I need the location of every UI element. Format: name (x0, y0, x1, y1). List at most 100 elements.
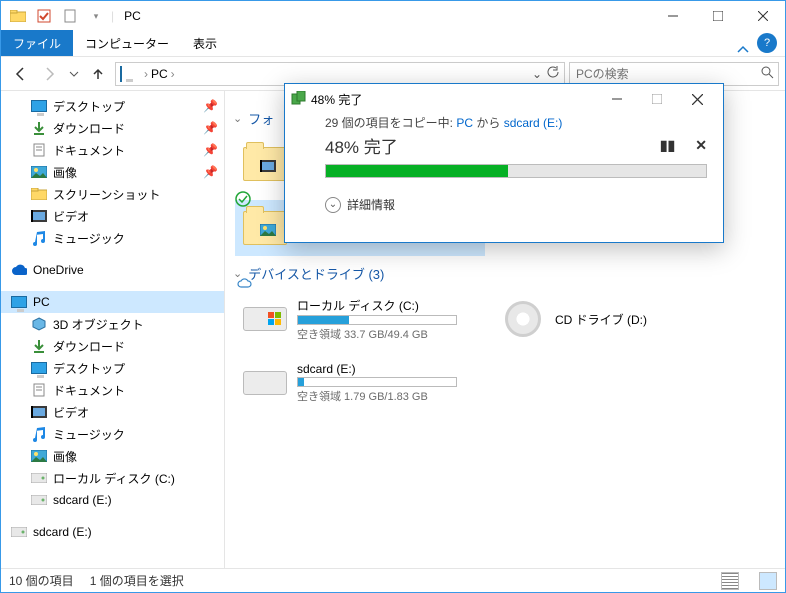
details-view-button[interactable] (721, 572, 739, 590)
tree-item[interactable]: ドキュメント📌 (1, 139, 224, 161)
tree-item[interactable]: デスクトップ📌 (1, 95, 224, 117)
tree-item[interactable]: sdcard (E:) (1, 521, 224, 543)
close-button[interactable] (740, 1, 785, 31)
tab-view[interactable]: 表示 (181, 30, 229, 56)
minimize-button[interactable] (650, 1, 695, 31)
tree-item-label: PC (33, 295, 50, 309)
folder-icon (243, 206, 287, 250)
tree-item[interactable]: スクリーンショット (1, 183, 224, 205)
maximize-button[interactable] (695, 1, 740, 31)
drive-icon (31, 470, 47, 486)
capacity-text: 空き領域 1.79 GB/1.83 GB (297, 388, 457, 404)
pin-icon: 📌 (203, 99, 218, 113)
tree-item[interactable]: sdcard (E:) (1, 489, 224, 511)
page-icon[interactable] (59, 5, 81, 27)
tab-file[interactable]: ファイル (1, 30, 73, 56)
desktop-icon (31, 360, 47, 376)
tree-item[interactable]: 画像 (1, 445, 224, 467)
drive-item[interactable]: CD ドライブ (D:) (493, 291, 743, 347)
check-icon[interactable] (33, 5, 55, 27)
tree-item[interactable]: 3D オブジェクト (1, 313, 224, 335)
pc-icon (11, 294, 27, 310)
tab-computer[interactable]: コンピューター (73, 30, 181, 56)
tree-item[interactable]: ダウンロード (1, 335, 224, 357)
breadcrumb[interactable]: › PC › ⌄ (115, 62, 565, 86)
tree-item-label: 3D オブジェクト (53, 316, 144, 333)
capacity-text: 空き領域 33.7 GB/49.4 GB (297, 326, 457, 342)
navigation-tree[interactable]: デスクトップ📌ダウンロード📌ドキュメント📌画像📌スクリーンショットビデオミュージ… (1, 91, 225, 568)
cancel-button[interactable]: ✕ (695, 137, 707, 154)
tree-item-label: スクリーンショット (53, 186, 160, 203)
cloud-sync-icon (237, 277, 253, 292)
quick-access-toolbar: ▾ | (1, 5, 120, 27)
progress-bar (325, 164, 707, 178)
copy-src-link[interactable]: PC (456, 116, 473, 130)
tree-item[interactable]: デスクトップ (1, 357, 224, 379)
back-button[interactable] (7, 61, 33, 87)
tree-item-label: ミュージック (53, 426, 125, 443)
tree-item-label: 画像 (53, 164, 77, 181)
tree-item[interactable]: OneDrive (1, 259, 224, 281)
tree-item[interactable]: ビデオ (1, 205, 224, 227)
group-drives[interactable]: ⌄ デバイスとドライブ (3) (233, 264, 775, 283)
video-icon (31, 404, 47, 420)
music-icon (31, 426, 47, 442)
history-dropdown[interactable] (67, 61, 81, 87)
document-icon (31, 382, 47, 398)
tree-item[interactable]: ミュージック (1, 423, 224, 445)
drive-item[interactable]: sdcard (E:) 空き領域 1.79 GB/1.83 GB (235, 355, 485, 411)
drive-item[interactable]: ローカル ディスク (C:)空き領域 33.7 GB/49.4 GB (235, 291, 485, 347)
capacity-bar (297, 315, 457, 325)
dialog-maximize-button[interactable] (637, 86, 677, 112)
search-icon[interactable] (760, 65, 774, 82)
title-bar: ▾ | PC (1, 1, 785, 31)
refresh-icon[interactable] (546, 65, 560, 82)
search-input[interactable] (574, 66, 760, 82)
tree-item-label: ビデオ (53, 404, 89, 421)
dialog-minimize-button[interactable] (597, 86, 637, 112)
item-label: sdcard (E:) (297, 362, 457, 376)
search-box[interactable] (569, 62, 779, 86)
status-selection: 1 個の項目を選択 (90, 572, 184, 589)
chevron-down-icon[interactable]: ⌄ (325, 197, 341, 213)
pin-icon: 📌 (203, 143, 218, 157)
folder-icon (243, 142, 287, 186)
drive-icon (501, 297, 545, 341)
tree-item[interactable]: ドキュメント (1, 379, 224, 401)
tree-item-label: ビデオ (53, 208, 89, 225)
onedrive-icon (11, 262, 27, 278)
copy-status-text: 48% 完了 (325, 133, 398, 158)
tree-item[interactable]: PC (1, 291, 224, 313)
crumb-dropdown-icon[interactable]: ⌄ (532, 67, 542, 81)
forward-button[interactable] (37, 61, 63, 87)
ribbon-collapse-icon[interactable] (731, 44, 755, 56)
qat-overflow[interactable]: ▾ (85, 5, 107, 27)
details-label[interactable]: 詳細情報 (347, 196, 395, 213)
copy-progress-dialog: 48% 完了 29 個の項目をコピー中: PC から sdcard (E:) 4… (284, 83, 724, 243)
download-icon (31, 120, 47, 136)
status-count: 10 個の項目 (9, 572, 74, 589)
crumb-pc[interactable]: PC (151, 67, 168, 81)
dialog-close-button[interactable] (677, 86, 717, 112)
tree-item[interactable]: ミュージック (1, 227, 224, 249)
copy-dst-link[interactable]: sdcard (E:) (504, 116, 563, 130)
tree-item[interactable]: ビデオ (1, 401, 224, 423)
status-bar: 10 個の項目 1 個の項目を選択 (1, 568, 785, 592)
folder-icon[interactable] (7, 5, 29, 27)
pictures-icon (31, 448, 47, 464)
help-icon[interactable]: ? (757, 33, 777, 53)
pause-button[interactable]: ▮▮ (660, 137, 675, 154)
tree-item-label: OneDrive (33, 263, 84, 277)
tree-item[interactable]: ダウンロード📌 (1, 117, 224, 139)
up-button[interactable] (85, 61, 111, 87)
drive-icon (11, 524, 27, 540)
tree-item-label: sdcard (E:) (33, 525, 92, 539)
tree-item-label: 画像 (53, 448, 77, 465)
copy-icon (291, 91, 307, 108)
tree-item-label: ドキュメント (53, 382, 125, 399)
tree-item[interactable]: ローカル ディスク (C:) (1, 467, 224, 489)
pin-icon: 📌 (203, 121, 218, 135)
tree-item[interactable]: 画像📌 (1, 161, 224, 183)
icons-view-button[interactable] (759, 572, 777, 590)
capacity-bar (297, 377, 457, 387)
